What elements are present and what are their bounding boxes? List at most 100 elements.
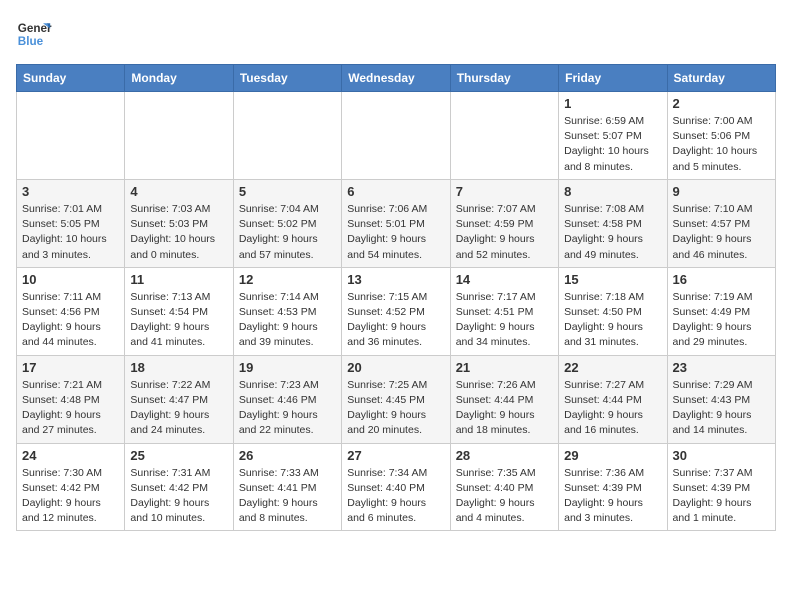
day-info: Sunrise: 7:03 AM Sunset: 5:03 PM Dayligh…: [130, 202, 227, 263]
calendar-week-2: 3 Sunrise: 7:01 AM Sunset: 5:05 PM Daylig…: [17, 179, 776, 267]
day-info: Sunrise: 7:07 AM Sunset: 4:59 PM Dayligh…: [456, 202, 553, 263]
day-info: Sunrise: 7:14 AM Sunset: 4:53 PM Dayligh…: [239, 290, 336, 351]
calendar-cell: [233, 92, 341, 180]
day-info: Sunrise: 7:22 AM Sunset: 4:47 PM Dayligh…: [130, 378, 227, 439]
day-number: 30: [673, 448, 770, 463]
day-number: 24: [22, 448, 119, 463]
calendar-cell: 5 Sunrise: 7:04 AM Sunset: 5:02 PM Daylig…: [233, 179, 341, 267]
day-info: Sunrise: 7:36 AM Sunset: 4:39 PM Dayligh…: [564, 466, 661, 527]
calendar-cell: 27 Sunrise: 7:34 AM Sunset: 4:40 PM Dayli…: [342, 443, 450, 531]
col-header-wednesday: Wednesday: [342, 65, 450, 92]
calendar-cell: 26 Sunrise: 7:33 AM Sunset: 4:41 PM Dayli…: [233, 443, 341, 531]
day-info: Sunrise: 7:15 AM Sunset: 4:52 PM Dayligh…: [347, 290, 444, 351]
day-info: Sunrise: 7:29 AM Sunset: 4:43 PM Dayligh…: [673, 378, 770, 439]
calendar-week-4: 17Sunrise: 7:21 AM Sunset: 4:48 PM Dayli…: [17, 355, 776, 443]
day-number: 3: [22, 184, 119, 199]
calendar-cell: 6 Sunrise: 7:06 AM Sunset: 5:01 PM Daylig…: [342, 179, 450, 267]
calendar-cell: 19 Sunrise: 7:23 AM Sunset: 4:46 PM Dayli…: [233, 355, 341, 443]
calendar-cell: 16 Sunrise: 7:19 AM Sunset: 4:49 PM Dayli…: [667, 267, 775, 355]
day-number: 16: [673, 272, 770, 287]
header: General Blue: [16, 16, 776, 52]
day-number: 12: [239, 272, 336, 287]
calendar-cell: 1 Sunrise: 6:59 AM Sunset: 5:07 PM Daylig…: [559, 92, 667, 180]
day-info: Sunrise: 7:35 AM Sunset: 4:40 PM Dayligh…: [456, 466, 553, 527]
calendar-cell: 24 Sunrise: 7:30 AM Sunset: 4:42 PM Dayli…: [17, 443, 125, 531]
calendar: SundayMondayTuesdayWednesdayThursdayFrid…: [16, 64, 776, 531]
day-number: 20: [347, 360, 444, 375]
day-number: 5: [239, 184, 336, 199]
calendar-cell: 18 Sunrise: 7:22 AM Sunset: 4:47 PM Dayli…: [125, 355, 233, 443]
day-number: 25: [130, 448, 227, 463]
day-number: 27: [347, 448, 444, 463]
calendar-cell: 12 Sunrise: 7:14 AM Sunset: 4:53 PM Dayli…: [233, 267, 341, 355]
day-number: 28: [456, 448, 553, 463]
calendar-cell: 20 Sunrise: 7:25 AM Sunset: 4:45 PM Dayli…: [342, 355, 450, 443]
calendar-cell: 29 Sunrise: 7:36 AM Sunset: 4:39 PM Dayli…: [559, 443, 667, 531]
col-header-sunday: Sunday: [17, 65, 125, 92]
svg-text:Blue: Blue: [18, 35, 44, 48]
day-info: Sunrise: 7:30 AM Sunset: 4:42 PM Dayligh…: [22, 466, 119, 527]
calendar-week-5: 24 Sunrise: 7:30 AM Sunset: 4:42 PM Dayli…: [17, 443, 776, 531]
col-header-saturday: Saturday: [667, 65, 775, 92]
day-info: Sunrise: 7:27 AM Sunset: 4:44 PM Dayligh…: [564, 378, 661, 439]
day-info: Sunrise: 7:33 AM Sunset: 4:41 PM Dayligh…: [239, 466, 336, 527]
calendar-cell: 3 Sunrise: 7:01 AM Sunset: 5:05 PM Daylig…: [17, 179, 125, 267]
day-number: 8: [564, 184, 661, 199]
calendar-week-3: 10 Sunrise: 7:11 AM Sunset: 4:56 PM Dayli…: [17, 267, 776, 355]
day-info: Sunrise: 7:10 AM Sunset: 4:57 PM Dayligh…: [673, 202, 770, 263]
logo: General Blue: [16, 16, 52, 52]
calendar-cell: 15Sunrise: 7:18 AM Sunset: 4:50 PM Dayli…: [559, 267, 667, 355]
calendar-header-row: SundayMondayTuesdayWednesdayThursdayFrid…: [17, 65, 776, 92]
day-number: 18: [130, 360, 227, 375]
day-number: 7: [456, 184, 553, 199]
calendar-cell: 2Sunrise: 7:00 AM Sunset: 5:06 PM Daylig…: [667, 92, 775, 180]
day-info: Sunrise: 7:23 AM Sunset: 4:46 PM Dayligh…: [239, 378, 336, 439]
calendar-cell: 17Sunrise: 7:21 AM Sunset: 4:48 PM Dayli…: [17, 355, 125, 443]
day-info: Sunrise: 7:26 AM Sunset: 4:44 PM Dayligh…: [456, 378, 553, 439]
day-number: 6: [347, 184, 444, 199]
day-info: Sunrise: 7:25 AM Sunset: 4:45 PM Dayligh…: [347, 378, 444, 439]
calendar-cell: 28 Sunrise: 7:35 AM Sunset: 4:40 PM Dayli…: [450, 443, 558, 531]
calendar-cell: 23 Sunrise: 7:29 AM Sunset: 4:43 PM Dayli…: [667, 355, 775, 443]
day-info: Sunrise: 7:37 AM Sunset: 4:39 PM Dayligh…: [673, 466, 770, 527]
calendar-cell: [125, 92, 233, 180]
calendar-cell: [17, 92, 125, 180]
calendar-cell: [450, 92, 558, 180]
day-number: 19: [239, 360, 336, 375]
day-number: 22: [564, 360, 661, 375]
day-info: Sunrise: 7:01 AM Sunset: 5:05 PM Dayligh…: [22, 202, 119, 263]
day-number: 1: [564, 96, 661, 111]
calendar-cell: 7 Sunrise: 7:07 AM Sunset: 4:59 PM Daylig…: [450, 179, 558, 267]
day-number: 14: [456, 272, 553, 287]
day-number: 9: [673, 184, 770, 199]
day-info: Sunrise: 7:19 AM Sunset: 4:49 PM Dayligh…: [673, 290, 770, 351]
day-info: Sunrise: 7:06 AM Sunset: 5:01 PM Dayligh…: [347, 202, 444, 263]
calendar-cell: 30 Sunrise: 7:37 AM Sunset: 4:39 PM Dayli…: [667, 443, 775, 531]
calendar-cell: 9 Sunrise: 7:10 AM Sunset: 4:57 PM Daylig…: [667, 179, 775, 267]
calendar-week-1: 1 Sunrise: 6:59 AM Sunset: 5:07 PM Daylig…: [17, 92, 776, 180]
calendar-cell: [342, 92, 450, 180]
day-info: Sunrise: 7:08 AM Sunset: 4:58 PM Dayligh…: [564, 202, 661, 263]
day-number: 29: [564, 448, 661, 463]
day-info: Sunrise: 7:17 AM Sunset: 4:51 PM Dayligh…: [456, 290, 553, 351]
calendar-cell: 22 Sunrise: 7:27 AM Sunset: 4:44 PM Dayli…: [559, 355, 667, 443]
day-number: 4: [130, 184, 227, 199]
col-header-monday: Monday: [125, 65, 233, 92]
col-header-tuesday: Tuesday: [233, 65, 341, 92]
calendar-cell: 25 Sunrise: 7:31 AM Sunset: 4:42 PM Dayli…: [125, 443, 233, 531]
day-info: Sunrise: 6:59 AM Sunset: 5:07 PM Dayligh…: [564, 114, 661, 175]
calendar-cell: 21 Sunrise: 7:26 AM Sunset: 4:44 PM Dayli…: [450, 355, 558, 443]
day-info: Sunrise: 7:31 AM Sunset: 4:42 PM Dayligh…: [130, 466, 227, 527]
day-number: 15: [564, 272, 661, 287]
day-number: 10: [22, 272, 119, 287]
day-number: 26: [239, 448, 336, 463]
day-number: 21: [456, 360, 553, 375]
day-number: 17: [22, 360, 119, 375]
col-header-friday: Friday: [559, 65, 667, 92]
day-info: Sunrise: 7:04 AM Sunset: 5:02 PM Dayligh…: [239, 202, 336, 263]
day-info: Sunrise: 7:34 AM Sunset: 4:40 PM Dayligh…: [347, 466, 444, 527]
day-number: 23: [673, 360, 770, 375]
day-info: Sunrise: 7:11 AM Sunset: 4:56 PM Dayligh…: [22, 290, 119, 351]
logo-icon: General Blue: [16, 16, 52, 52]
calendar-cell: 14 Sunrise: 7:17 AM Sunset: 4:51 PM Dayli…: [450, 267, 558, 355]
